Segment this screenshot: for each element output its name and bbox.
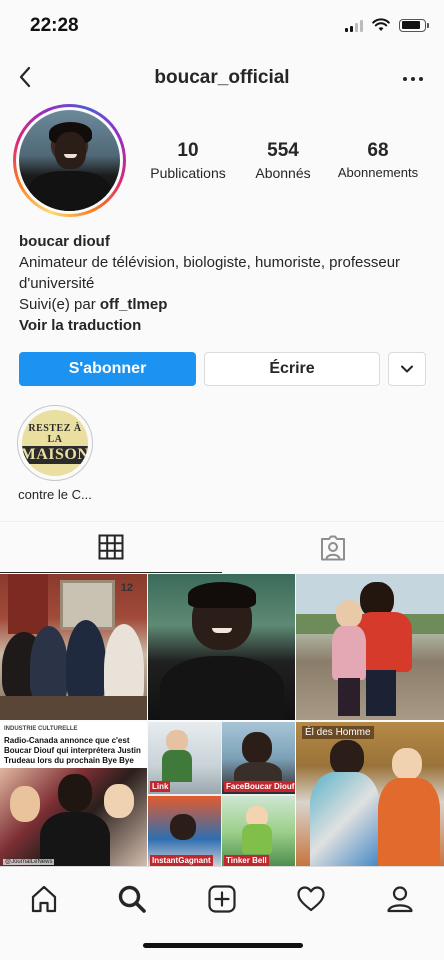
heart-icon xyxy=(297,886,325,912)
profile-actions: S'abonner Écrire xyxy=(19,352,427,387)
highlight-cover-line1: RESTEZ À LA xyxy=(28,422,82,445)
nav-new-post[interactable] xyxy=(200,879,244,919)
suggested-accounts-dropdown[interactable] xyxy=(388,352,426,386)
profile-bio: boucar diouf Animateur de télévision, bi… xyxy=(19,231,429,336)
highlight-cover-line2: MAISON xyxy=(22,445,88,464)
post-thumbnail[interactable]: Link FaceBoucar Diouf InstantGagnant Tin… xyxy=(148,722,295,868)
signal-icon xyxy=(345,19,363,32)
stat-following-label: Abonnements xyxy=(337,165,419,180)
profile-username-title: boucar_official xyxy=(154,67,290,88)
stat-following-count: 68 xyxy=(367,140,389,161)
new-post-icon xyxy=(208,885,236,913)
stat-followers-label: Abonnés xyxy=(255,165,311,181)
nav-search[interactable] xyxy=(110,879,154,919)
status-icons xyxy=(345,18,429,32)
post-sign-text: Él des Homme xyxy=(302,726,374,739)
profile-avatar-story-ring[interactable] xyxy=(13,104,126,217)
followed-by-prefix: Suivi(e) par xyxy=(19,296,100,313)
highlight-cover: RESTEZ À LA MAISON xyxy=(22,410,88,476)
more-options-button[interactable] xyxy=(398,64,428,94)
followed-by-user-link[interactable]: off_tlmep xyxy=(100,296,168,313)
tab-tagged[interactable] xyxy=(222,522,444,573)
posts-grid: 12 INDUSTRIE CULTURELLE Radio-Canada ann… xyxy=(0,574,444,868)
post-thumbnail[interactable] xyxy=(296,574,444,720)
post-doorplate-text: 12 xyxy=(120,582,133,594)
collage-label-3: InstantGagnant xyxy=(150,855,213,866)
nav-activity[interactable] xyxy=(289,879,333,919)
tagged-user-icon xyxy=(321,535,345,560)
bottom-nav xyxy=(0,866,444,960)
see-translation-link[interactable]: Voir la traduction xyxy=(19,315,429,336)
profile-display-name: boucar diouf xyxy=(19,233,110,250)
post-news-headline: Radio-Canada annonce que c'est Boucar Di… xyxy=(4,736,141,765)
status-time: 22:28 xyxy=(30,15,79,36)
wifi-icon xyxy=(372,18,390,31)
stat-publications-count: 10 xyxy=(177,140,199,161)
post-news-kicker: INDUSTRIE CULTURELLE xyxy=(4,726,78,732)
grid-icon xyxy=(98,534,124,560)
follow-button[interactable]: S'abonner xyxy=(19,352,196,386)
post-thumbnail[interactable]: INDUSTRIE CULTURELLE Radio-Canada annonc… xyxy=(0,722,147,868)
nav-home[interactable] xyxy=(22,879,66,919)
stat-following[interactable]: 68 Abonnements xyxy=(332,140,424,180)
highlight-label: contre le C... xyxy=(18,487,92,502)
stat-followers-count: 554 xyxy=(267,140,299,161)
message-button[interactable]: Écrire xyxy=(204,352,380,386)
more-horizontal-icon xyxy=(403,77,423,81)
nav-profile[interactable] xyxy=(378,879,422,919)
top-nav: boucar_official xyxy=(0,52,444,104)
post-thumbnail[interactable]: Él des Homme xyxy=(296,722,444,868)
profile-tabs xyxy=(0,521,444,573)
profile-description: Animateur de télévision, biologiste, hum… xyxy=(19,254,401,292)
collage-label-1: Link xyxy=(150,781,171,792)
chevron-down-icon xyxy=(401,365,413,373)
avatar xyxy=(19,110,120,211)
stat-publications[interactable]: 10 Publications xyxy=(140,140,236,181)
stat-followers[interactable]: 554 Abonnés xyxy=(242,140,324,181)
tab-posts-grid[interactable] xyxy=(0,522,222,573)
stat-publications-label: Publications xyxy=(150,165,226,181)
post-news-footer: @JournalLeNews xyxy=(3,859,55,865)
collage-label-4: Tinker Bell xyxy=(224,855,269,866)
story-highlight[interactable]: RESTEZ À LA MAISON contre le C... xyxy=(14,405,96,502)
collage-label-2: FaceBoucar Diouf xyxy=(224,781,295,792)
battery-icon xyxy=(399,18,429,32)
search-icon xyxy=(118,885,146,913)
followed-by: Suivi(e) par off_tlmep xyxy=(19,294,429,315)
profile-icon xyxy=(387,886,413,913)
battery-fill xyxy=(401,21,421,29)
home-icon xyxy=(31,885,57,913)
post-thumbnail[interactable]: 12 xyxy=(0,574,147,720)
home-indicator xyxy=(143,943,303,948)
profile-stats: 10 Publications 554 Abonnés 68 Abonnemen… xyxy=(140,140,440,190)
post-thumbnail[interactable] xyxy=(148,574,295,720)
status-bar: 22:28 xyxy=(0,0,444,52)
